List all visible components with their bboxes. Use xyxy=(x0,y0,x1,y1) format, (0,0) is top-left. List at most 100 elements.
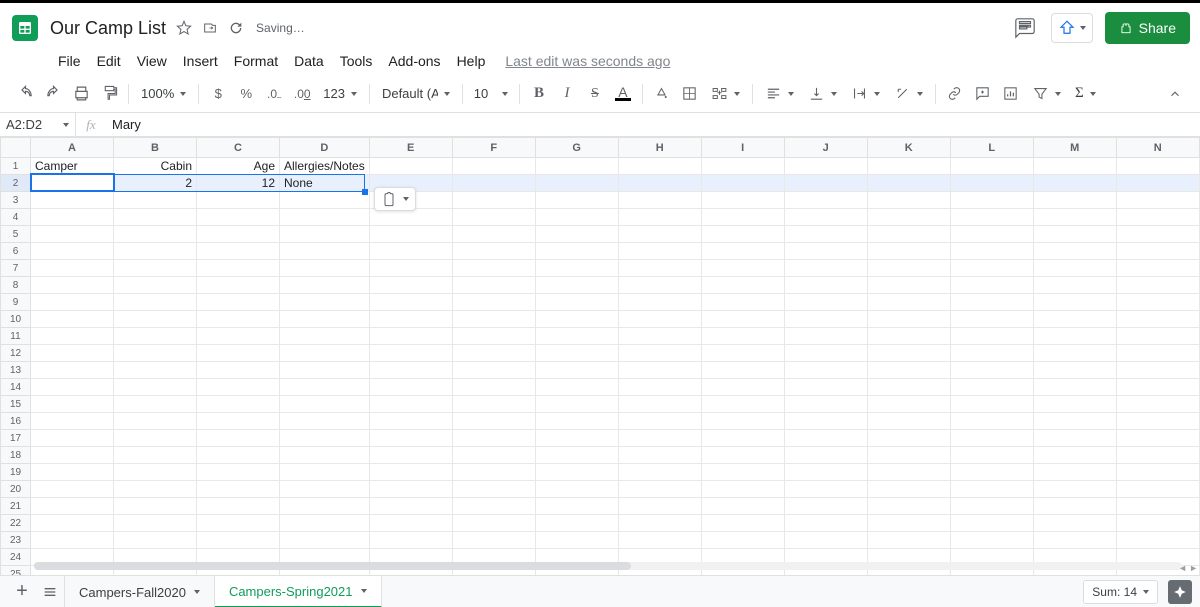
cell[interactable] xyxy=(950,430,1033,447)
cell[interactable] xyxy=(618,396,701,413)
cell[interactable] xyxy=(1033,413,1116,430)
cell[interactable] xyxy=(701,158,784,175)
cell[interactable] xyxy=(618,209,701,226)
cell[interactable] xyxy=(280,464,370,481)
cell[interactable] xyxy=(114,515,197,532)
row-header[interactable]: 15 xyxy=(1,396,31,413)
cell[interactable] xyxy=(701,413,784,430)
cell[interactable] xyxy=(950,328,1033,345)
cell[interactable] xyxy=(618,277,701,294)
cell[interactable] xyxy=(452,532,535,549)
cell[interactable] xyxy=(701,379,784,396)
cell[interactable] xyxy=(197,532,280,549)
cell[interactable] xyxy=(784,311,867,328)
cell[interactable] xyxy=(114,328,197,345)
row-header[interactable]: 17 xyxy=(1,430,31,447)
cell[interactable] xyxy=(701,498,784,515)
cell[interactable] xyxy=(535,498,618,515)
cell[interactable] xyxy=(618,379,701,396)
filter-button[interactable] xyxy=(1026,81,1067,107)
cell[interactable] xyxy=(31,532,114,549)
cell[interactable] xyxy=(1033,498,1116,515)
cell[interactable] xyxy=(114,362,197,379)
rotate-button[interactable] xyxy=(888,81,929,107)
cell[interactable] xyxy=(114,498,197,515)
cell[interactable] xyxy=(280,362,370,379)
cell[interactable] xyxy=(280,498,370,515)
cell[interactable] xyxy=(280,328,370,345)
cell[interactable] xyxy=(784,209,867,226)
cell[interactable] xyxy=(452,447,535,464)
cell[interactable] xyxy=(535,243,618,260)
cell[interactable] xyxy=(784,328,867,345)
cell[interactable] xyxy=(1033,430,1116,447)
cell[interactable] xyxy=(1116,515,1199,532)
col-header[interactable]: C xyxy=(197,138,280,158)
cell[interactable] xyxy=(784,447,867,464)
cell[interactable] xyxy=(369,209,452,226)
col-header[interactable]: G xyxy=(535,138,618,158)
link-button[interactable] xyxy=(942,81,968,107)
cell[interactable] xyxy=(114,464,197,481)
col-header[interactable]: J xyxy=(784,138,867,158)
cell[interactable] xyxy=(452,294,535,311)
wrap-button[interactable] xyxy=(845,81,886,107)
row-header[interactable]: 7 xyxy=(1,260,31,277)
cell[interactable]: Cabin xyxy=(114,158,197,175)
cell[interactable] xyxy=(784,158,867,175)
cell[interactable] xyxy=(31,311,114,328)
col-header[interactable]: D xyxy=(280,138,370,158)
cell[interactable]: Age xyxy=(197,158,280,175)
cell[interactable] xyxy=(1116,430,1199,447)
cell[interactable] xyxy=(535,430,618,447)
row-header[interactable]: 19 xyxy=(1,464,31,481)
cell[interactable] xyxy=(31,413,114,430)
horizontal-scrollbar[interactable] xyxy=(34,561,1182,571)
cell[interactable] xyxy=(452,362,535,379)
cell[interactable] xyxy=(452,192,535,209)
cell[interactable] xyxy=(1116,277,1199,294)
cell[interactable] xyxy=(867,294,950,311)
cell[interactable] xyxy=(280,430,370,447)
cell[interactable] xyxy=(280,379,370,396)
font-size-select[interactable]: 10 xyxy=(469,81,513,107)
cell[interactable] xyxy=(197,413,280,430)
row-header[interactable]: 9 xyxy=(1,294,31,311)
cell[interactable]: None xyxy=(280,175,370,192)
borders-button[interactable] xyxy=(677,81,703,107)
menu-format[interactable]: Format xyxy=(226,49,286,73)
cell[interactable] xyxy=(452,345,535,362)
cell[interactable] xyxy=(1116,209,1199,226)
cell[interactable] xyxy=(950,158,1033,175)
cell[interactable] xyxy=(452,481,535,498)
sheet-tab[interactable]: Campers-Fall2020 xyxy=(64,576,215,607)
cell[interactable] xyxy=(867,464,950,481)
row-header[interactable]: 5 xyxy=(1,226,31,243)
number-format-select[interactable]: 123 xyxy=(317,81,363,107)
cell[interactable] xyxy=(784,396,867,413)
chart-button[interactable] xyxy=(998,81,1024,107)
cell[interactable] xyxy=(452,209,535,226)
cell[interactable] xyxy=(618,362,701,379)
bold-button[interactable]: B xyxy=(526,81,552,107)
cell[interactable] xyxy=(784,294,867,311)
row-header[interactable]: 16 xyxy=(1,413,31,430)
move-icon[interactable] xyxy=(200,18,220,38)
cell[interactable] xyxy=(950,396,1033,413)
cell[interactable] xyxy=(701,311,784,328)
cell[interactable] xyxy=(1116,158,1199,175)
cell[interactable] xyxy=(1116,175,1199,192)
cell[interactable] xyxy=(535,464,618,481)
cell[interactable] xyxy=(114,396,197,413)
cell[interactable] xyxy=(31,430,114,447)
cell[interactable] xyxy=(1033,345,1116,362)
cell[interactable] xyxy=(1033,447,1116,464)
cell[interactable] xyxy=(1033,277,1116,294)
cell[interactable] xyxy=(197,345,280,362)
text-color-button[interactable]: A xyxy=(610,81,636,107)
cell[interactable] xyxy=(369,294,452,311)
cell[interactable] xyxy=(1116,243,1199,260)
cell[interactable] xyxy=(280,243,370,260)
explore-button[interactable] xyxy=(1168,580,1192,604)
cell[interactable] xyxy=(369,430,452,447)
